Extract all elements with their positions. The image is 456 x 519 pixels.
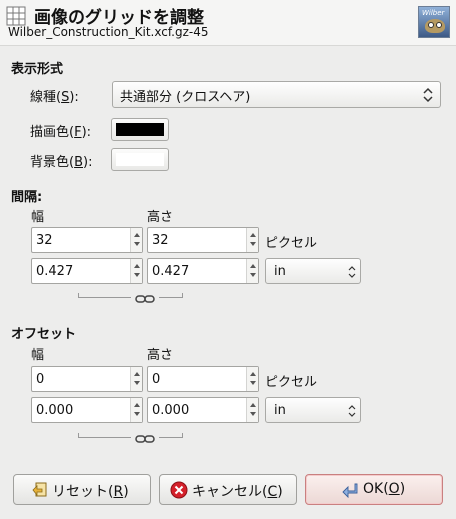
offset-height-label: 高さ (147, 348, 174, 363)
spacing-height-pixels-input[interactable]: 32 (147, 227, 259, 253)
enter-arrow-icon (342, 483, 358, 499)
spacing-height-unit-input[interactable]: 0.427 (147, 258, 259, 284)
chain-bracket-left (78, 433, 131, 438)
offset-unit-combo[interactable]: in (265, 397, 361, 423)
spin-buttons[interactable] (130, 228, 142, 252)
line-style-combo[interactable]: 共通部分 (クロスヘア) (112, 81, 441, 108)
fg-color-button[interactable] (111, 118, 169, 141)
wilber-logo-text: Wilber (422, 9, 445, 17)
spacing-pixel-unit-label: ピクセル (265, 236, 318, 251)
offset-x-pixels-input[interactable]: 0 (31, 366, 143, 392)
ok-button[interactable]: OK(O) (305, 474, 443, 505)
spacing-width-unit-input[interactable]: 0.427 (31, 258, 143, 284)
offset-width-label: 幅 (31, 348, 45, 363)
spin-buttons[interactable] (246, 259, 258, 283)
spin-buttons[interactable] (246, 228, 258, 252)
spin-buttons[interactable] (130, 398, 142, 422)
wilber-logo-icon: Wilber (418, 6, 450, 38)
fg-color-label: 描画色(F): (30, 125, 92, 140)
display-section-title: 表示形式 (11, 62, 64, 77)
spacing-height-label: 高さ (147, 210, 174, 225)
chain-link-icon[interactable] (135, 434, 155, 444)
bg-color-label: 背景色(B): (30, 155, 93, 170)
chain-bracket-left (78, 293, 131, 298)
offset-y-unit-input[interactable]: 0.000 (147, 397, 259, 423)
grid-icon (6, 6, 26, 26)
combo-arrows-icon (348, 266, 356, 278)
offset-x-unit-input[interactable]: 0.000 (31, 397, 143, 423)
spin-buttons[interactable] (246, 367, 258, 391)
bg-color-button[interactable] (111, 148, 169, 171)
cancel-icon (170, 481, 188, 499)
bg-color-swatch (116, 153, 164, 166)
spin-buttons[interactable] (130, 259, 142, 283)
fg-color-swatch (116, 123, 164, 136)
chain-bracket-right (159, 433, 183, 438)
offset-y-pixels-input[interactable]: 0 (147, 366, 259, 392)
chain-link-icon[interactable] (135, 294, 155, 304)
combo-arrows-icon (423, 87, 433, 103)
spacing-section-title: 間隔: (11, 190, 43, 205)
cancel-button[interactable]: キャンセル(C) (159, 474, 297, 505)
line-style-label: 線種(S): (30, 90, 79, 105)
spin-buttons[interactable] (130, 367, 142, 391)
spacing-width-pixels-input[interactable]: 32 (31, 227, 143, 253)
line-style-value: 共通部分 (クロスヘア) (120, 90, 251, 105)
spacing-width-label: 幅 (31, 210, 45, 225)
chain-bracket-right (159, 293, 183, 298)
spin-buttons[interactable] (246, 398, 258, 422)
reset-button[interactable]: リセット(R) (13, 474, 151, 505)
offset-section-title: オフセット (11, 327, 77, 342)
image-name: Wilber_Construction_Kit.xcf.gz-45 (8, 25, 209, 39)
spacing-unit-combo[interactable]: in (265, 258, 361, 284)
offset-pixel-unit-label: ピクセル (265, 375, 318, 390)
combo-arrows-icon (348, 405, 356, 417)
reset-icon (32, 482, 47, 497)
